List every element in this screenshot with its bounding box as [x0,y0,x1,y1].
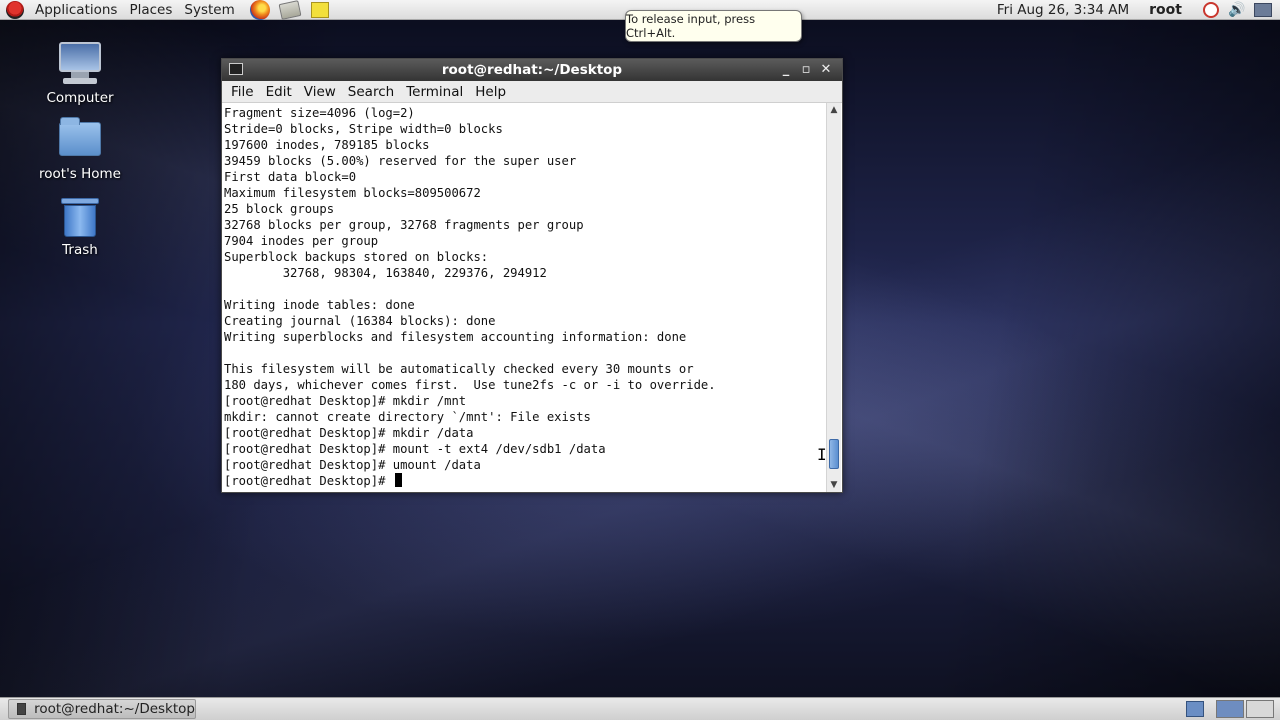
maximize-button[interactable]: ▫ [796,61,816,79]
system-menu[interactable]: System [178,0,240,20]
menu-view[interactable]: View [298,84,342,100]
power-button[interactable] [1202,1,1220,19]
terminal-line: Creating journal (16384 blocks): done [224,314,496,328]
trash-icon [61,196,99,238]
vertical-scrollbar[interactable]: ▲ ▼ [826,103,841,492]
firefox-launcher[interactable] [249,0,271,20]
home-folder-icon [59,117,101,156]
applications-menu[interactable]: Applications [29,0,123,20]
terminal-line: [root@redhat Desktop]# mount -t ext4 /de… [224,442,606,456]
menu-bar: File Edit View Search Terminal Help [222,81,842,103]
scroll-thumb[interactable] [829,439,839,469]
desktop-icon-label: Trash [62,242,98,258]
release-input-tooltip: To release input, press Ctrl+Alt. [625,10,802,42]
terminal-output[interactable]: Fragment size=4096 (log=2) Stride=0 block… [222,103,826,492]
terminal-line: 32768, 98304, 163840, 229376, 294912 [224,266,547,280]
notes-launcher[interactable] [309,1,331,19]
terminal-line: 32768 blocks per group, 32768 fragments … [224,218,584,232]
terminal-line: Writing superblocks and filesystem accou… [224,330,687,344]
terminal-line: [root@redhat Desktop]# umount /data [224,458,481,472]
manual-launcher[interactable] [278,0,302,20]
terminal-line: [root@redhat Desktop]# mkdir /data [224,426,474,440]
terminal-text: Fragment size=4096 (log=2) Stride=0 block… [222,103,826,489]
desktop-icon-trash[interactable]: Trash [20,196,140,258]
show-desktop-icon[interactable] [1186,701,1204,717]
terminal-line: 39459 blocks (5.00%) reserved for the su… [224,154,577,168]
desktop-icon-home[interactable]: root's Home [20,117,140,182]
minimize-button[interactable]: _ [776,61,796,79]
title-bar[interactable]: root@redhat:~/Desktop _ ▫ ✕ [222,59,842,81]
network-button[interactable] [1254,1,1272,19]
menu-file[interactable]: File [225,84,260,100]
terminal-line: Superblock backups stored on blocks: [224,250,489,264]
terminal-line: mkdir: cannot create directory `/mnt': F… [224,410,591,424]
redhat-logo-icon[interactable] [6,0,24,19]
terminal-window[interactable]: root@redhat:~/Desktop _ ▫ ✕ File Edit Vi… [221,58,843,493]
mouse-ibeam-icon: I [817,445,827,464]
menu-help[interactable]: Help [469,84,512,100]
terminal-line: 7904 inodes per group [224,234,379,248]
desktop-icon-label: Computer [46,90,114,106]
menu-edit[interactable]: Edit [260,84,298,100]
workspace-1[interactable] [1216,700,1244,718]
volume-icon: 🔊 [1228,2,1246,18]
firefox-icon [249,0,270,20]
terminal-line: Stride=0 blocks, Stripe width=0 blocks [224,122,503,136]
volume-button[interactable]: 🔊 [1228,1,1246,19]
terminal-line: 197600 inodes, 789185 blocks [224,138,430,152]
text-cursor [394,473,402,487]
user-menu[interactable]: root [1149,2,1182,18]
terminal-line: First data block=0 [224,170,357,184]
notes-icon [310,1,329,18]
terminal-line: 25 block groups [224,202,335,216]
terminal-line: Maximum filesystem blocks=809500672 [224,186,481,200]
terminal-line: This filesystem will be automatically ch… [224,362,694,376]
scroll-down-arrow-icon[interactable]: ▼ [827,478,841,492]
window-title: root@redhat:~/Desktop [441,62,623,78]
terminal-prompt: [root@redhat Desktop]# [224,474,393,488]
manual-icon [278,0,302,20]
terminal-window-icon[interactable] [229,63,243,75]
places-menu[interactable]: Places [123,0,178,20]
bottom-panel: root@redhat:~/Desktop [0,697,1280,720]
workspace-2[interactable] [1246,700,1274,718]
taskbar-button-terminal[interactable]: root@redhat:~/Desktop [8,699,196,719]
menu-terminal[interactable]: Terminal [400,84,469,100]
desktop-icon-computer[interactable]: Computer [20,42,140,106]
close-button[interactable]: ✕ [816,61,836,79]
terminal-line: Fragment size=4096 (log=2) [224,106,415,120]
scroll-up-arrow-icon[interactable]: ▲ [827,103,841,117]
terminal-task-icon [17,703,27,715]
clock[interactable]: Fri Aug 26, 3:34 AM [997,2,1129,18]
network-icon [1254,3,1272,17]
desktop-icon-label: root's Home [39,166,121,182]
taskbar-label: root@redhat:~/Desktop [34,701,195,717]
terminal-line: 180 days, whichever comes first. Use tun… [224,378,716,392]
computer-icon [57,42,103,86]
terminal-prompt-line: [root@redhat Desktop]# [224,473,826,489]
menu-search[interactable]: Search [342,84,400,100]
power-icon [1203,2,1219,18]
terminal-line: [root@redhat Desktop]# mkdir /mnt [224,394,467,408]
terminal-line: Writing inode tables: done [224,298,415,312]
